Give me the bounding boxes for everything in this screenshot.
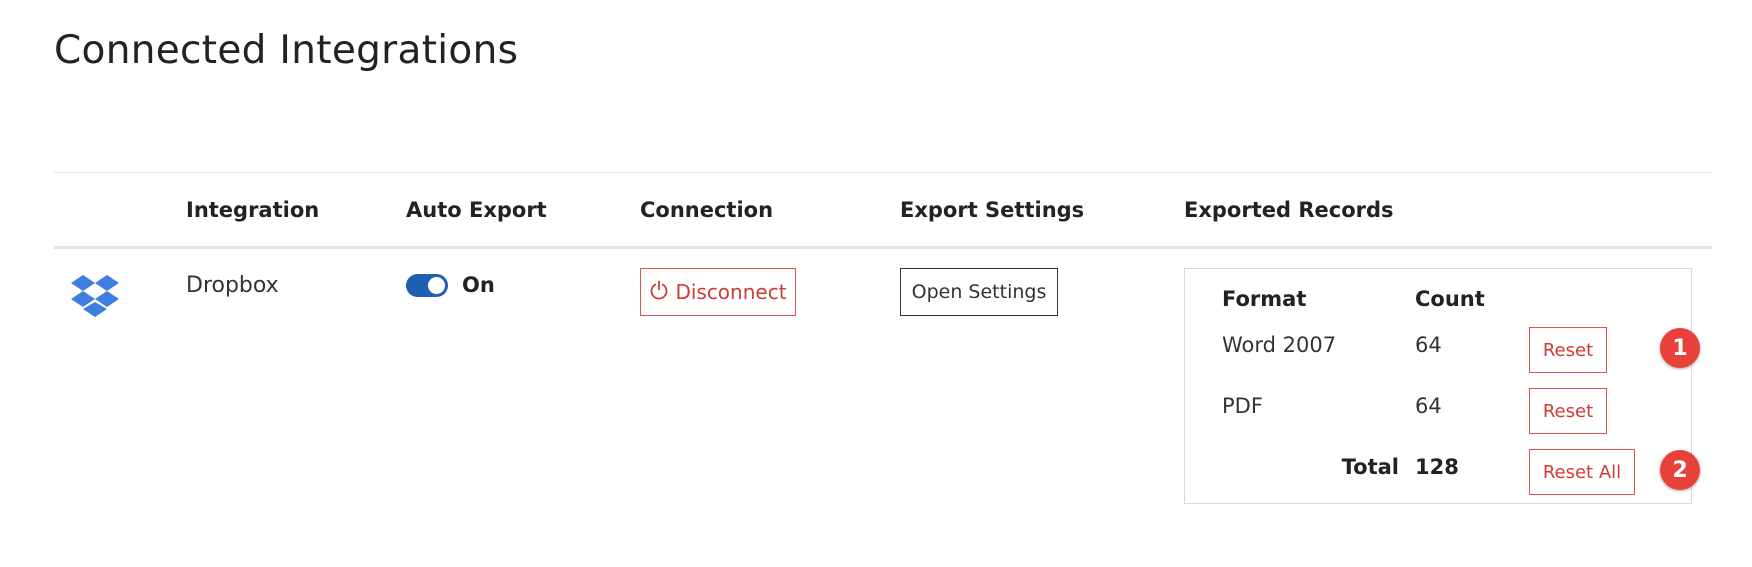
header-connection: Connection [640,198,774,222]
header-auto-export: Auto Export [406,198,547,222]
disconnect-button[interactable]: Disconnect [640,268,796,316]
header-exported-records: Exported Records [1184,198,1394,222]
exported-records-panel: Format Count Word 2007 64 Reset PDF 64 R… [1184,268,1692,504]
auto-export-state: On [462,273,495,297]
records-header-format: Format [1222,287,1307,311]
reset-all-button[interactable]: Reset All [1529,449,1635,495]
records-total-count: 128 [1415,455,1459,479]
record-format: Word 2007 [1222,333,1337,357]
reset-word-button[interactable]: Reset [1529,327,1607,373]
disconnect-label: Disconnect [675,280,787,304]
auto-export-toggle[interactable]: On [406,273,495,297]
annotation-marker-1: 1 [1660,328,1700,368]
header-integration: Integration [186,198,320,222]
annotation-marker-2: 2 [1660,450,1700,490]
toggle-switch[interactable] [406,273,448,297]
table-header: Integration Auto Export Connection Expor… [54,173,1712,249]
records-total-label: Total [1341,455,1399,479]
record-count: 64 [1415,394,1442,418]
record-format: PDF [1222,394,1263,418]
integrations-table: Integration Auto Export Connection Expor… [54,172,1712,539]
header-export-settings: Export Settings [900,198,1085,222]
page-title: Connected Integrations [54,28,519,73]
reset-pdf-button[interactable]: Reset [1529,388,1607,434]
open-settings-button[interactable]: Open Settings [900,268,1058,316]
table-row: Dropbox On Disconnect Open Settings Form… [54,249,1712,539]
toggle-knob [428,276,445,294]
integration-name: Dropbox [186,273,279,298]
record-count: 64 [1415,333,1442,357]
dropbox-icon [70,275,120,325]
power-icon [649,280,675,305]
records-header-count: Count [1415,287,1485,311]
